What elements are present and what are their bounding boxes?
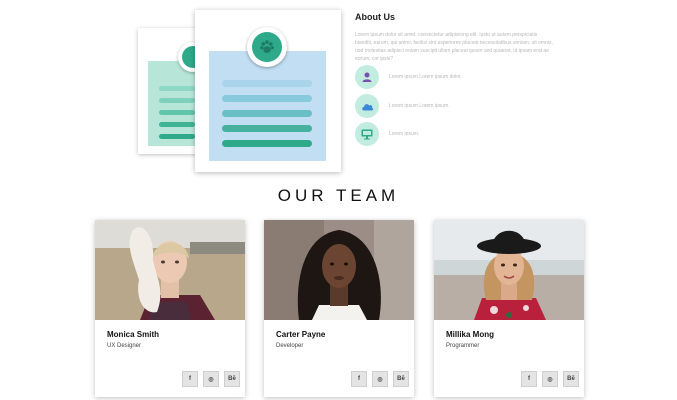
document-line [222,80,312,87]
document-line [159,110,195,115]
feature-item: Lorem ipsum Lorem ipsum dolor. [355,65,555,89]
behance-icon[interactable]: Bē [224,371,240,387]
document-line [222,110,312,117]
member-photo [264,220,414,320]
team-card: Millika Mong Programmer f ◎ Bē [434,220,584,397]
team-card: Monica Smith UX Designer f ◎ Bē [95,220,245,397]
feature-label: Lorem ipsum. [389,131,420,137]
feature-label: Lorem ipsum Lorem ipsum dolor. [389,74,462,80]
dribbble-icon[interactable]: ◎ [542,371,558,387]
document-line [159,134,195,139]
team-title: OUR TEAM [277,186,400,205]
document-line [222,125,312,132]
member-name: Carter Payne [276,330,326,339]
social-links: f ◎ Bē [521,371,579,387]
monitor-icon [355,122,379,146]
behance-icon[interactable]: Bē [563,371,579,387]
document-line [159,86,195,91]
member-role: UX Designer [107,343,142,349]
dribbble-icon[interactable]: ◎ [203,371,219,387]
facebook-icon[interactable]: f [521,371,537,387]
member-role: Developer [276,343,304,349]
behance-icon[interactable]: Bē [393,371,409,387]
user-icon [355,65,379,89]
facebook-icon[interactable]: f [182,371,198,387]
team-card: Carter Payne Developer f ◎ Bē [264,220,414,397]
feature-label: Lorem ipsum Lorem ipsum. [389,103,450,109]
document-line [222,95,312,102]
document-line [159,122,195,127]
document-line [222,140,312,147]
member-name: Monica Smith [107,330,160,339]
cloud-icon [355,94,379,118]
feature-item: Lorem ipsum Lorem ipsum. [355,94,555,118]
facebook-icon[interactable]: f [351,371,367,387]
member-role: Programmer [446,343,480,349]
feature-item: Lorem ipsum. [355,122,555,146]
social-links: f ◎ Bē [351,371,409,387]
paw-icon [260,40,274,53]
member-name: Millika Mong [446,330,494,339]
member-photo [95,220,245,320]
social-links: f ◎ Bē [182,371,240,387]
about-description: Lorem ipsum dolor sit amet, consectetur … [355,32,553,62]
dribbble-icon[interactable]: ◎ [372,371,388,387]
member-photo [434,220,584,320]
illustration-document-front [195,10,341,172]
document-line [159,98,195,103]
about-title: About Us [355,12,395,22]
paw-badge [247,27,287,67]
